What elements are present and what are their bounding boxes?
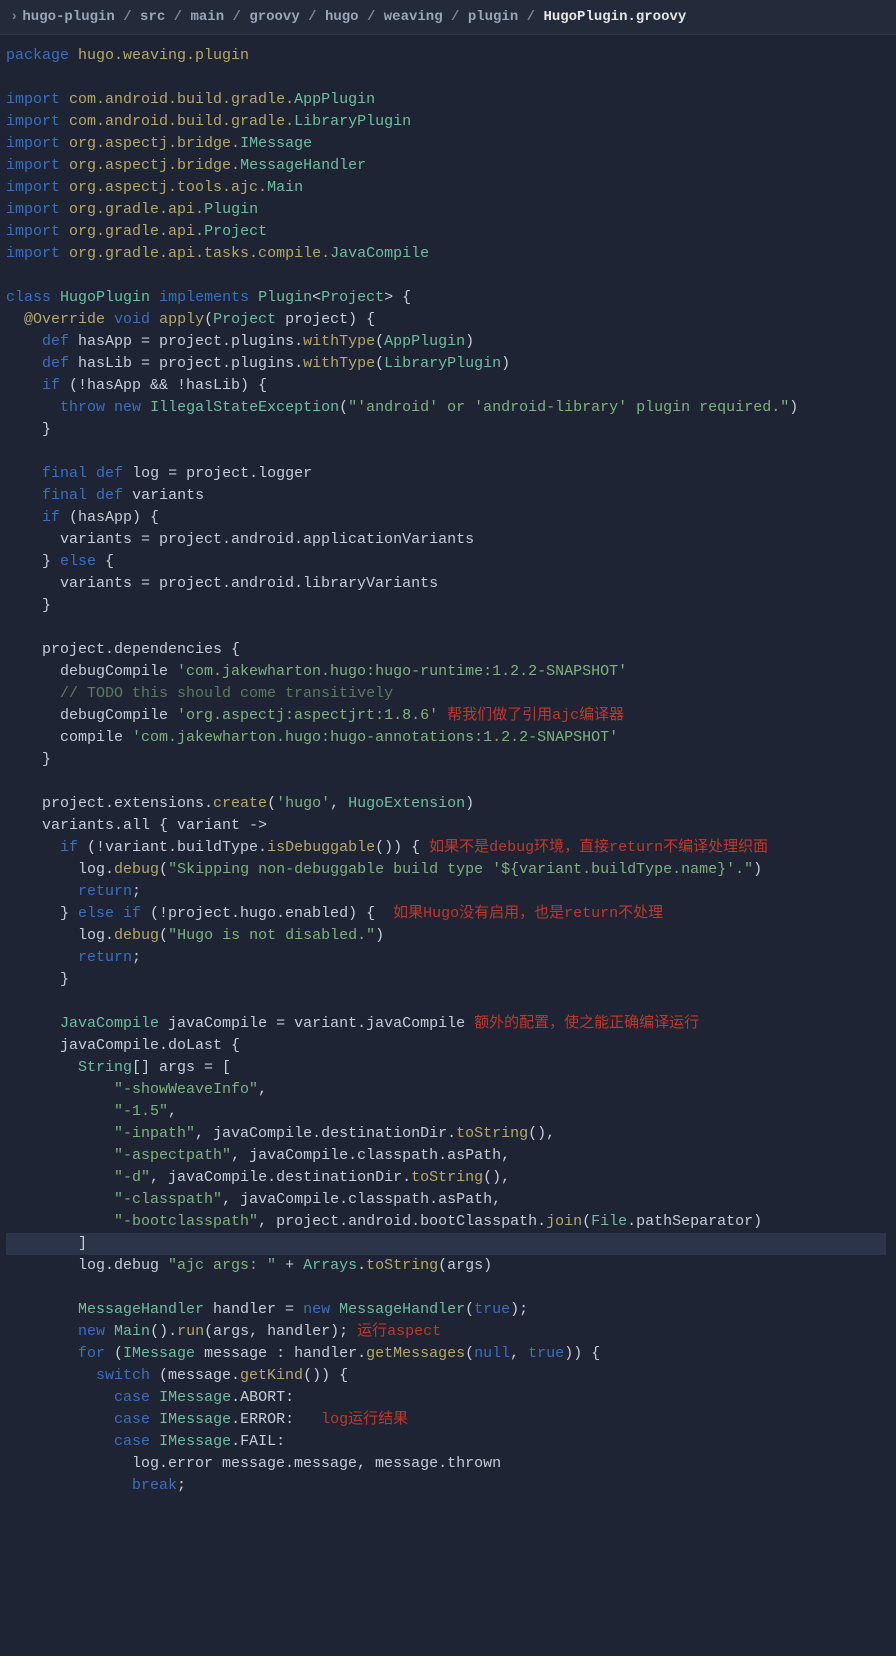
breadcrumb-separator: / [443,9,468,25]
code-line[interactable]: if (!variant.buildType.isDebuggable()) {… [6,837,886,859]
code-line[interactable]: "-inpath", javaCompile.destinationDir.to… [6,1123,886,1145]
breadcrumb-separator: / [165,9,190,25]
code-line[interactable]: } else if (!project.hugo.enabled) { 如果Hu… [6,903,886,925]
code-line[interactable]: if (hasApp) { [6,507,886,529]
code-line[interactable] [6,67,886,89]
breadcrumb-segment[interactable]: weaving [384,9,443,25]
code-line[interactable]: log.debug("Hugo is not disabled.") [6,925,886,947]
breadcrumb-segment[interactable]: src [140,9,165,25]
code-line[interactable]: log.error message.message, message.throw… [6,1453,886,1475]
code-line[interactable]: import org.aspectj.bridge.IMessage [6,133,886,155]
breadcrumb-separator: / [115,9,140,25]
code-line[interactable] [6,265,886,287]
code-line[interactable]: import com.android.build.gradle.AppPlugi… [6,89,886,111]
code-line[interactable]: debugCompile 'org.aspectj:aspectjrt:1.8.… [6,705,886,727]
code-line[interactable]: return; [6,947,886,969]
code-line[interactable]: // TODO this should come transitively [6,683,886,705]
code-line[interactable]: package hugo.weaving.plugin [6,45,886,67]
code-line[interactable]: import org.aspectj.tools.ajc.Main [6,177,886,199]
breadcrumb: › hugo-plugin / src / main / groovy / hu… [0,0,896,35]
code-editor[interactable]: package hugo.weaving.plugin import com.a… [0,35,896,1507]
code-line[interactable]: final def log = project.logger [6,463,886,485]
breadcrumb-segment[interactable]: hugo-plugin [22,9,114,25]
code-line[interactable] [6,617,886,639]
code-line[interactable]: new Main().run(args, handler); 运行aspect [6,1321,886,1343]
code-line[interactable]: } [6,419,886,441]
code-line[interactable]: } [6,969,886,991]
breadcrumb-segment[interactable]: main [190,9,224,25]
code-line[interactable]: } else { [6,551,886,573]
code-line[interactable]: case IMessage.ERROR: log运行结果 [6,1409,886,1431]
code-line[interactable] [6,991,886,1013]
code-line[interactable]: javaCompile.doLast { [6,1035,886,1057]
breadcrumb-segment[interactable]: plugin [468,9,518,25]
code-line[interactable]: String[] args = [ [6,1057,886,1079]
breadcrumb-segment[interactable]: HugoPlugin.groovy [543,9,686,25]
code-line[interactable] [6,771,886,793]
code-line[interactable]: project.dependencies { [6,639,886,661]
code-line[interactable]: } [6,749,886,771]
breadcrumb-segment[interactable]: groovy [249,9,299,25]
code-line[interactable]: import org.gradle.api.Project [6,221,886,243]
breadcrumb-separator: / [300,9,325,25]
code-line[interactable]: import org.aspectj.bridge.MessageHandler [6,155,886,177]
code-line[interactable]: for (IMessage message : handler.getMessa… [6,1343,886,1365]
code-line[interactable]: "-showWeaveInfo", [6,1079,886,1101]
code-line[interactable]: project.extensions.create('hugo', HugoEx… [6,793,886,815]
code-line[interactable]: case IMessage.FAIL: [6,1431,886,1453]
code-line[interactable]: "-aspectpath", javaCompile.classpath.asP… [6,1145,886,1167]
code-line[interactable]: compile 'com.jakewharton.hugo:hugo-annot… [6,727,886,749]
code-line[interactable]: break; [6,1475,886,1497]
code-line[interactable]: case IMessage.ABORT: [6,1387,886,1409]
breadcrumb-separator: / [359,9,384,25]
code-line[interactable]: } [6,595,886,617]
code-line[interactable]: log.debug("Skipping non-debuggable build… [6,859,886,881]
code-line[interactable]: "-1.5", [6,1101,886,1123]
code-line[interactable]: JavaCompile javaCompile = variant.javaCo… [6,1013,886,1035]
code-line[interactable]: MessageHandler handler = new MessageHand… [6,1299,886,1321]
code-line[interactable]: "-d", javaCompile.destinationDir.toStrin… [6,1167,886,1189]
code-line[interactable]: if (!hasApp && !hasLib) { [6,375,886,397]
code-line[interactable]: return; [6,881,886,903]
breadcrumb-separator: / [518,9,543,25]
code-line[interactable]: variants = project.android.applicationVa… [6,529,886,551]
code-line[interactable]: def hasApp = project.plugins.withType(Ap… [6,331,886,353]
code-line[interactable]: class HugoPlugin implements Plugin<Proje… [6,287,886,309]
code-line[interactable] [6,441,886,463]
code-line[interactable]: "-classpath", javaCompile.classpath.asPa… [6,1189,886,1211]
breadcrumb-segment[interactable]: hugo [325,9,359,25]
code-line[interactable]: def hasLib = project.plugins.withType(Li… [6,353,886,375]
code-line[interactable]: variants.all { variant -> [6,815,886,837]
breadcrumb-separator: / [224,9,249,25]
chevron-right-icon: › [10,6,18,28]
code-line[interactable]: switch (message.getKind()) { [6,1365,886,1387]
code-line[interactable]: variants = project.android.libraryVarian… [6,573,886,595]
code-line[interactable]: import org.gradle.api.tasks.compile.Java… [6,243,886,265]
code-line[interactable]: final def variants [6,485,886,507]
code-line[interactable]: log.debug "ajc args: " + Arrays.toString… [6,1255,886,1277]
code-line[interactable]: debugCompile 'com.jakewharton.hugo:hugo-… [6,661,886,683]
code-line[interactable]: @Override void apply(Project project) { [6,309,886,331]
code-line[interactable]: import com.android.build.gradle.LibraryP… [6,111,886,133]
code-line[interactable] [6,1277,886,1299]
code-line[interactable]: ] [6,1233,886,1255]
code-line[interactable]: throw new IllegalStateException("'androi… [6,397,886,419]
code-line[interactable]: "-bootclasspath", project.android.bootCl… [6,1211,886,1233]
code-line[interactable]: import org.gradle.api.Plugin [6,199,886,221]
